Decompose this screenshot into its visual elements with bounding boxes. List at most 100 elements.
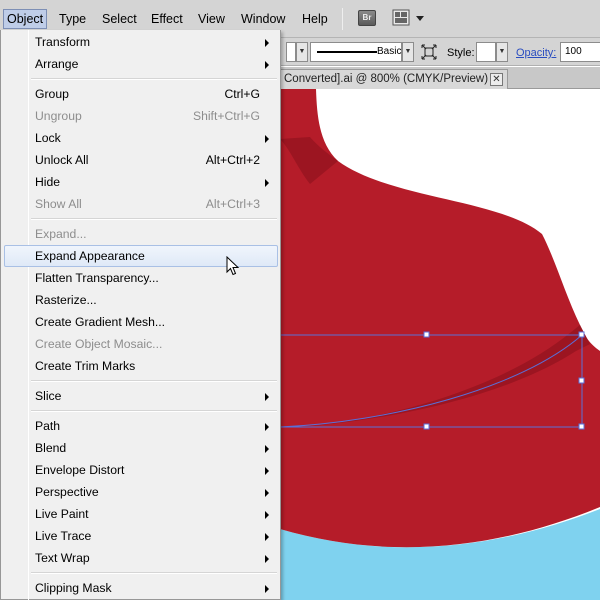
menu-item-expand: Expand... xyxy=(4,223,278,245)
stroke-weight-field[interactable] xyxy=(286,42,296,62)
menu-item-label: Unlock All xyxy=(35,153,89,167)
menu-item-ungroup: Ungroup Shift+Ctrl+G xyxy=(4,105,278,127)
menu-item-label: Clipping Mask xyxy=(35,581,112,595)
menu-window[interactable]: Window xyxy=(241,9,285,29)
menu-item-create-object-mosaic: Create Object Mosaic... xyxy=(4,333,278,355)
menu-item-label: Live Trace xyxy=(35,529,92,543)
menu-item-label: Group xyxy=(35,87,69,101)
menu-item-shortcut: Shift+Ctrl+G xyxy=(192,109,260,123)
menu-item-label: Show All xyxy=(35,197,82,211)
bounding-box-handle xyxy=(423,331,430,338)
menu-object[interactable]: Object xyxy=(3,9,48,29)
object-menu-dropdown: Transform Arrange Group Ctrl+G Ungroup S… xyxy=(0,30,281,600)
menu-select[interactable]: Select xyxy=(102,9,137,29)
menu-separator xyxy=(31,410,277,412)
menu-item-label: Expand... xyxy=(35,227,87,241)
menu-item-label: Transform xyxy=(35,35,91,49)
brush-definition-dropdown[interactable]: ▼ xyxy=(402,42,414,62)
menu-item-label: Rasterize... xyxy=(35,293,97,307)
menu-item-create-gradient-mesh[interactable]: Create Gradient Mesh... xyxy=(4,311,278,333)
menu-item-slice[interactable]: Slice xyxy=(4,385,278,407)
menu-item-label: Path xyxy=(35,419,61,433)
menu-item-text-wrap[interactable]: Text Wrap xyxy=(4,547,278,569)
menu-item-label: Live Paint xyxy=(35,507,89,521)
bounding-box-handle xyxy=(578,423,585,430)
submenu-arrow-icon xyxy=(265,179,269,187)
graphic-style-swatch[interactable] xyxy=(476,42,496,62)
menu-item-label: Slice xyxy=(35,389,62,403)
stroke-weight-dropdown[interactable]: ▼ xyxy=(296,42,308,62)
brush-definition-label: Basic xyxy=(377,46,402,57)
menu-item-clipping-mask[interactable]: Clipping Mask xyxy=(4,577,278,599)
menu-item-shortcut: Alt+Ctrl+3 xyxy=(205,197,260,211)
menu-item-arrange[interactable]: Arrange xyxy=(4,53,278,75)
menu-item-group[interactable]: Group Ctrl+G xyxy=(4,83,278,105)
opacity-link[interactable]: Opacity: xyxy=(516,47,556,59)
submenu-arrow-icon xyxy=(265,489,269,497)
menu-item-label: Hide xyxy=(35,175,61,189)
menu-item-shortcut: Alt+Ctrl+2 xyxy=(205,153,260,167)
menu-separator xyxy=(31,218,277,220)
document-tab-title: Converted].ai @ 800% (CMYK/Preview) xyxy=(284,73,489,85)
menu-item-label: Expand Appearance xyxy=(35,249,145,263)
variable-width-profile[interactable]: Basic xyxy=(310,42,402,62)
menu-separator xyxy=(31,572,277,574)
menu-item-transform[interactable]: Transform xyxy=(4,31,278,53)
toolbar-separator xyxy=(342,8,343,30)
control-bar: ▼ Basic ▼ Style: ▼ Opacity: 100 xyxy=(280,38,600,66)
expand-corners-icon xyxy=(421,44,437,60)
bridge-button[interactable]: Br xyxy=(358,10,376,26)
symbol-options-button[interactable] xyxy=(421,44,437,60)
opacity-field[interactable]: 100 xyxy=(560,42,600,62)
menu-item-show-all: Show All Alt+Ctrl+3 xyxy=(4,193,278,215)
menu-item-label: Envelope Distort xyxy=(35,463,125,477)
mouse-pointer-icon xyxy=(226,256,240,276)
document-tab-bar: Converted].ai @ 800% (CMYK/Preview) ✕ xyxy=(280,67,600,89)
menu-item-label: Create Object Mosaic... xyxy=(35,337,163,351)
arrange-documents-button[interactable] xyxy=(392,9,426,27)
menu-item-label: Perspective xyxy=(35,485,99,499)
menu-item-live-paint[interactable]: Live Paint xyxy=(4,503,278,525)
menu-item-label: Blend xyxy=(35,441,67,455)
menu-item-rasterize[interactable]: Rasterize... xyxy=(4,289,278,311)
bounding-box-handle xyxy=(578,331,585,338)
artwork xyxy=(280,89,600,600)
menu-view[interactable]: View xyxy=(198,9,225,29)
menu-item-hide[interactable]: Hide xyxy=(4,171,278,193)
menu-item-create-trim-marks[interactable]: Create Trim Marks xyxy=(4,355,278,377)
submenu-arrow-icon xyxy=(265,135,269,143)
artboard-canvas[interactable] xyxy=(280,89,600,600)
menu-help[interactable]: Help xyxy=(302,9,328,29)
menu-item-blend[interactable]: Blend xyxy=(4,437,278,459)
close-icon[interactable]: ✕ xyxy=(490,73,503,86)
menu-item-label: Text Wrap xyxy=(35,551,90,565)
menu-item-label: Arrange xyxy=(35,57,79,71)
submenu-arrow-icon xyxy=(265,467,269,475)
menu-item-shortcut: Ctrl+G xyxy=(224,87,260,101)
menu-item-label: Create Gradient Mesh... xyxy=(35,315,166,329)
submenu-arrow-icon xyxy=(265,393,269,401)
bounding-box-handle xyxy=(578,377,585,384)
submenu-arrow-icon xyxy=(265,555,269,563)
submenu-arrow-icon xyxy=(265,39,269,47)
document-tab[interactable]: Converted].ai @ 800% (CMYK/Preview) ✕ xyxy=(280,69,508,89)
menu-item-live-trace[interactable]: Live Trace xyxy=(4,525,278,547)
menu-separator xyxy=(31,380,277,382)
menu-item-label: Lock xyxy=(35,131,61,145)
submenu-arrow-icon xyxy=(265,423,269,431)
menu-item-envelope-distort[interactable]: Envelope Distort xyxy=(4,459,278,481)
opacity-value: 100 xyxy=(565,46,582,57)
submenu-arrow-icon xyxy=(265,61,269,69)
submenu-arrow-icon xyxy=(265,511,269,519)
menu-item-lock[interactable]: Lock xyxy=(4,127,278,149)
bounding-box-handle xyxy=(423,423,430,430)
menu-type[interactable]: Type xyxy=(59,9,86,29)
stroke-profile-preview xyxy=(317,51,377,53)
menu-item-perspective[interactable]: Perspective xyxy=(4,481,278,503)
menu-item-unlock-all[interactable]: Unlock All Alt+Ctrl+2 xyxy=(4,149,278,171)
menu-effect[interactable]: Effect xyxy=(151,9,183,29)
menu-item-label: Create Trim Marks xyxy=(35,359,136,373)
graphic-style-dropdown[interactable]: ▼ xyxy=(496,42,508,62)
menu-item-path[interactable]: Path xyxy=(4,415,278,437)
submenu-arrow-icon xyxy=(265,533,269,541)
